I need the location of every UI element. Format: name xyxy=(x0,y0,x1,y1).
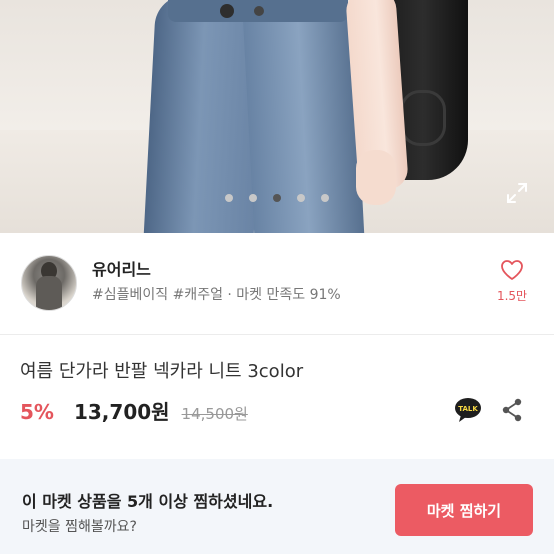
carousel-dot-active[interactable] xyxy=(273,194,281,202)
shop-avatar[interactable] xyxy=(21,255,77,311)
carousel-dot[interactable] xyxy=(297,194,305,202)
shop-tags: #심플베이직 #캐주얼 · 마켓 만족도 91% xyxy=(92,287,341,303)
discount-rate: 5% xyxy=(20,400,54,424)
original-price: 14,500원 xyxy=(181,405,248,423)
shop-name[interactable]: 유어리느 xyxy=(92,256,151,280)
carousel-dot[interactable] xyxy=(249,194,257,202)
banner-main-text: 이 마켓 상품을 5개 이상 찜하셨네요. xyxy=(22,492,274,511)
photo-bag-handle xyxy=(400,90,446,146)
favorite-market-button[interactable]: 마켓 찜하기 xyxy=(395,484,533,536)
avatar-body xyxy=(36,276,62,310)
price-row: 5% 13,700원 14,500원 xyxy=(20,396,248,426)
like-count: 1.5만 xyxy=(496,289,528,303)
kakaotalk-icon[interactable]: TALK xyxy=(454,397,482,423)
sale-price: 13,700원 xyxy=(73,400,170,424)
photo-jeans-button xyxy=(254,6,264,16)
carousel-dot[interactable] xyxy=(321,194,329,202)
product-image-carousel[interactable] xyxy=(0,0,554,233)
share-icon[interactable] xyxy=(501,398,523,422)
heart-outline-icon[interactable] xyxy=(500,259,524,281)
product-title: 여름 단가라 반팔 넥카라 니트 3color xyxy=(20,361,304,382)
expand-icon[interactable] xyxy=(505,181,529,205)
banner-sub-text: 마켓을 찜해볼까요? xyxy=(22,519,137,535)
carousel-dot[interactable] xyxy=(225,194,233,202)
carousel-indicator xyxy=(0,194,554,202)
talk-label: TALK xyxy=(458,405,478,413)
photo-jeans-button xyxy=(220,4,234,18)
